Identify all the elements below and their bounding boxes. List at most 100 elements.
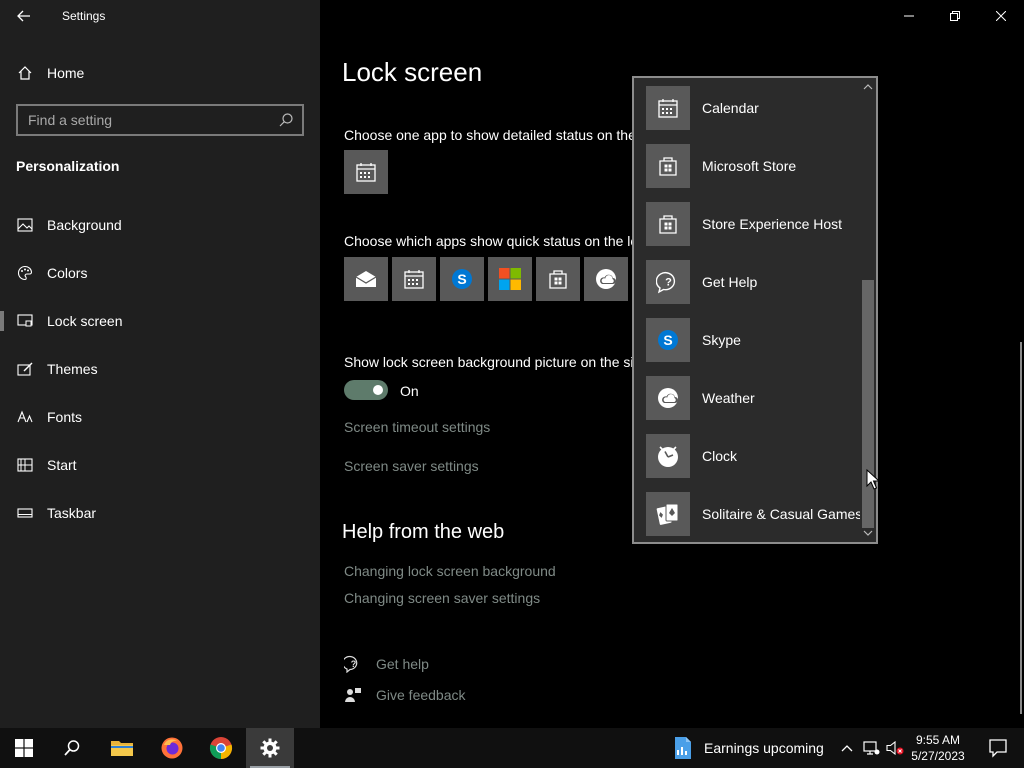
dropdown-item-label: Get Help (702, 274, 758, 290)
sidebar-item-colors[interactable]: Colors (0, 253, 320, 293)
chevron-down-icon[interactable] (863, 528, 873, 538)
taskbar-clock[interactable]: 9:55 AM 5/27/2023 (906, 732, 970, 764)
sidebar-item-label: Taskbar (47, 505, 97, 521)
dropdown-item-label: Calendar (702, 100, 759, 116)
bg-picture-toggle[interactable] (344, 380, 388, 400)
sidebar-item-background[interactable]: Background (0, 205, 320, 245)
sidebar-item-label: Lock screen (47, 313, 123, 329)
sidebar: Settings Home Personalization Background… (0, 0, 320, 728)
svg-text:?: ? (665, 277, 672, 289)
sidebar-item-lock-screen[interactable]: Lock screen (0, 301, 320, 341)
restore-button[interactable] (932, 0, 978, 32)
dropdown-item-solitaire[interactable]: Solitaire & Casual Games (646, 492, 863, 536)
dropdown-item-label: Microsoft Store (702, 158, 797, 174)
store-bag-icon (549, 270, 567, 289)
sidebar-item-fonts[interactable]: Fonts (0, 397, 320, 437)
quick-app-button[interactable] (344, 257, 388, 301)
dropdown-item-weather[interactable]: Weather (646, 376, 860, 420)
search-box[interactable] (16, 104, 304, 136)
mail-icon (355, 271, 377, 287)
skype-icon: S (658, 330, 678, 350)
search-icon[interactable] (278, 112, 294, 128)
network-tray-button[interactable] (860, 728, 882, 768)
chevron-up-icon[interactable] (863, 82, 873, 92)
sidebar-item-themes[interactable]: Themes (0, 349, 320, 389)
notification-center-icon[interactable] (988, 738, 1008, 758)
firefox-button[interactable] (148, 728, 196, 768)
svg-text:S: S (663, 332, 672, 348)
news-widget[interactable]: Earnings upcoming (672, 728, 824, 768)
quick-app-button[interactable] (488, 257, 532, 301)
dropdown-item-clock[interactable]: Clock (646, 434, 860, 478)
back-button[interactable] (10, 4, 38, 28)
windows-logo-icon (15, 739, 33, 757)
help-heading: Help from the web (342, 521, 505, 543)
taskbar-icon (16, 504, 34, 522)
app-tile: S (646, 318, 690, 362)
start-button[interactable] (0, 728, 48, 768)
app-tile (646, 86, 690, 130)
quick-status-label: Choose which apps show quick status on t… (344, 233, 639, 249)
dropdown-item-skype[interactable]: S Skype (646, 318, 860, 362)
minimize-icon (904, 15, 914, 17)
dropdown-item-microsoft-store[interactable]: Microsoft Store (646, 144, 860, 188)
app-tile: ? (646, 260, 690, 304)
settings-taskbar-button[interactable] (246, 728, 294, 768)
calendar-icon (356, 163, 376, 182)
sidebar-item-label: Background (47, 217, 122, 233)
weather-icon (658, 388, 678, 408)
quick-app-button[interactable] (392, 257, 436, 301)
home-nav[interactable]: Home (16, 62, 84, 84)
minimize-button[interactable] (886, 0, 932, 32)
dropdown-item-get-help[interactable]: ? Get Help (646, 260, 860, 304)
sidebar-item-taskbar[interactable]: Taskbar (0, 493, 320, 533)
clock-time: 9:55 AM (915, 733, 961, 747)
bg-picture-label: Show lock screen background picture on t… (344, 354, 634, 370)
file-explorer-button[interactable] (98, 728, 146, 768)
main-scrollbar[interactable] (1020, 342, 1022, 714)
taskbar: Earnings upcoming 9:55 AM 5/27/2023 (0, 728, 1024, 768)
show-hidden-icons-button[interactable] (838, 728, 856, 768)
stock-chart-icon (675, 737, 691, 759)
close-icon (996, 11, 1006, 21)
store-bag-icon (659, 215, 677, 234)
screen-saver-link[interactable]: Screen saver settings (344, 458, 479, 474)
microsoft-store-logo-icon (499, 268, 521, 290)
get-help-link[interactable]: ? Get help (344, 654, 429, 674)
sidebar-item-label: Fonts (47, 409, 83, 425)
dropdown-item-calendar[interactable]: Calendar (646, 86, 860, 130)
volume-tray-button[interactable] (884, 728, 906, 768)
toggle-state-label: On (400, 383, 419, 399)
quick-app-button[interactable]: S (440, 257, 484, 301)
chevron-up-icon (841, 745, 853, 752)
back-arrow-icon (17, 10, 30, 22)
calendar-icon (404, 270, 424, 289)
search-input[interactable] (28, 112, 268, 128)
app-tile (646, 492, 690, 536)
detailed-status-app-button[interactable] (344, 150, 388, 194)
dropdown-item-label: Solitaire & Casual Games (702, 506, 863, 522)
app-picker-dropdown: Calendar Microsoft Store Store Experienc… (632, 76, 878, 544)
quick-app-button[interactable] (536, 257, 580, 301)
chrome-button[interactable] (197, 728, 245, 768)
folder-icon (111, 741, 133, 756)
give-feedback-label: Give feedback (376, 687, 466, 703)
dropdown-item-store-experience-host[interactable]: Store Experience Host (646, 202, 860, 246)
help-link-lock-screen-bg[interactable]: Changing lock screen background (344, 563, 556, 579)
news-widget-label: Earnings upcoming (704, 740, 824, 756)
help-link-screen-saver[interactable]: Changing screen saver settings (344, 590, 540, 606)
screen-timeout-link[interactable]: Screen timeout settings (344, 419, 490, 435)
close-button[interactable] (978, 0, 1024, 32)
svg-text:?: ? (351, 659, 357, 669)
sidebar-item-label: Colors (47, 265, 88, 281)
image-icon (16, 216, 34, 234)
quick-app-button[interactable] (584, 257, 628, 301)
home-label: Home (47, 65, 85, 81)
restore-icon (950, 11, 960, 21)
calendar-icon (658, 99, 678, 118)
section-heading: Personalization (16, 158, 120, 174)
sidebar-item-start[interactable]: Start (0, 445, 320, 485)
feedback-icon (344, 686, 362, 704)
taskbar-search-button[interactable] (48, 728, 96, 768)
give-feedback-link[interactable]: Give feedback (344, 685, 466, 705)
